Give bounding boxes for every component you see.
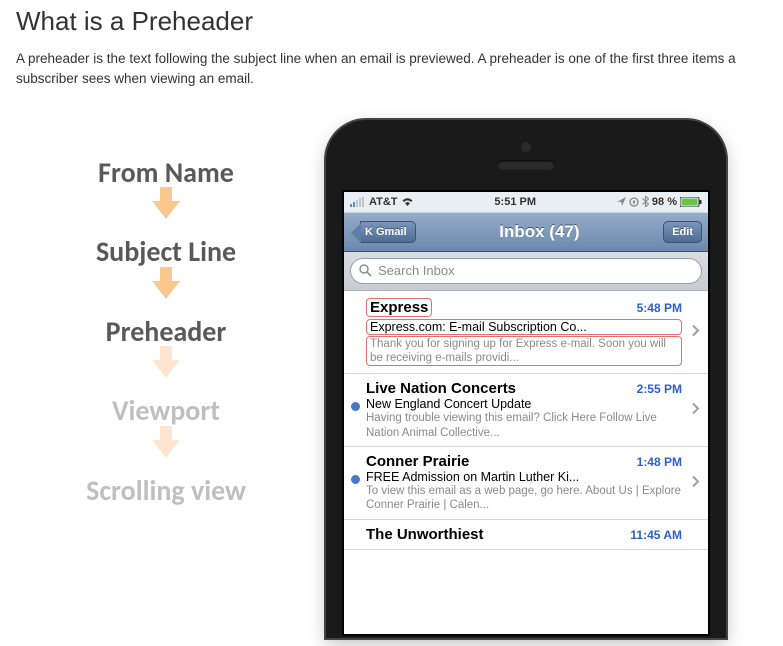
edit-button[interactable]: Edit <box>663 221 702 243</box>
diagram-container: From Name Subject Line Preheader Viewpor… <box>16 120 767 638</box>
flow-step-scrolling-view: Scrolling view <box>86 468 246 514</box>
email-subject: Express.com: E-mail Subscription Co... <box>370 320 678 334</box>
status-bar: AT&T 5:51 PM 98 % <box>344 192 708 212</box>
phone-camera-icon <box>521 142 531 152</box>
email-time: 5:48 PM <box>637 301 682 315</box>
email-preview: Thank you for signing up for Express e-m… <box>370 337 678 366</box>
search-input[interactable]: Search Inbox <box>350 258 702 284</box>
email-sender: Live Nation Concerts <box>366 380 516 397</box>
email-sender: Conner Prairie <box>366 453 469 470</box>
email-list[interactable]: Express 5:48 PM Express.com: E-mail Subs… <box>344 291 708 634</box>
email-time: 2:55 PM <box>637 382 682 396</box>
search-icon <box>359 264 372 277</box>
email-time: 11:45 AM <box>630 528 682 542</box>
email-time: 1:48 PM <box>637 455 682 469</box>
chevron-right-icon <box>692 403 700 418</box>
phone-screen: AT&T 5:51 PM 98 % K Gmail Inbox (47) <box>342 190 710 636</box>
arrow-down-icon <box>152 281 180 299</box>
email-sender: The Unworthiest <box>366 526 484 543</box>
flow-steps: From Name Subject Line Preheader Viewpor… <box>16 120 316 514</box>
email-preview: Having trouble viewing this email? Click… <box>366 411 682 440</box>
chevron-right-icon <box>692 324 700 339</box>
nav-bar: K Gmail Inbox (47) Edit <box>344 212 708 252</box>
back-button-label: K Gmail <box>365 226 407 238</box>
back-button[interactable]: K Gmail <box>360 221 416 243</box>
unread-dot-icon <box>351 475 360 484</box>
chevron-right-icon <box>692 475 700 490</box>
arrow-down-icon <box>152 440 180 458</box>
phone-speaker-icon <box>497 160 555 170</box>
phone-mockup: AT&T 5:51 PM 98 % K Gmail Inbox (47) <box>326 120 726 638</box>
signal-icon <box>350 197 366 207</box>
battery-icon <box>680 197 702 207</box>
edit-button-label: Edit <box>672 226 693 238</box>
email-row[interactable]: Conner Prairie 1:48 PM FREE Admission on… <box>344 447 708 520</box>
page-title: What is a Preheader <box>16 6 767 37</box>
email-preview: To view this email as a web page, go her… <box>366 484 682 513</box>
email-subject: New England Concert Update <box>366 397 682 411</box>
search-placeholder: Search Inbox <box>378 263 455 278</box>
email-subject: FREE Admission on Martin Luther Ki... <box>366 470 682 484</box>
carrier-label: AT&T <box>369 196 398 208</box>
arrow-down-icon <box>152 360 180 378</box>
arrow-down-icon <box>152 201 180 219</box>
clock-label: 5:51 PM <box>494 196 536 208</box>
email-row[interactable]: The Unworthiest 11:45 AM <box>344 520 708 550</box>
unread-dot-icon <box>351 402 360 411</box>
intro-paragraph: A preheader is the text following the su… <box>16 49 767 90</box>
location-icon <box>617 197 626 206</box>
battery-label: 98 % <box>652 196 677 208</box>
nav-title: Inbox (47) <box>499 222 579 242</box>
wifi-icon <box>401 197 414 207</box>
email-row[interactable]: Live Nation Concerts 2:55 PM New England… <box>344 374 708 447</box>
rotation-lock-icon <box>629 197 639 207</box>
search-container: Search Inbox <box>344 252 708 291</box>
email-row[interactable]: Express 5:48 PM Express.com: E-mail Subs… <box>344 291 708 375</box>
email-sender: Express <box>370 299 428 316</box>
bluetooth-icon <box>642 196 649 207</box>
